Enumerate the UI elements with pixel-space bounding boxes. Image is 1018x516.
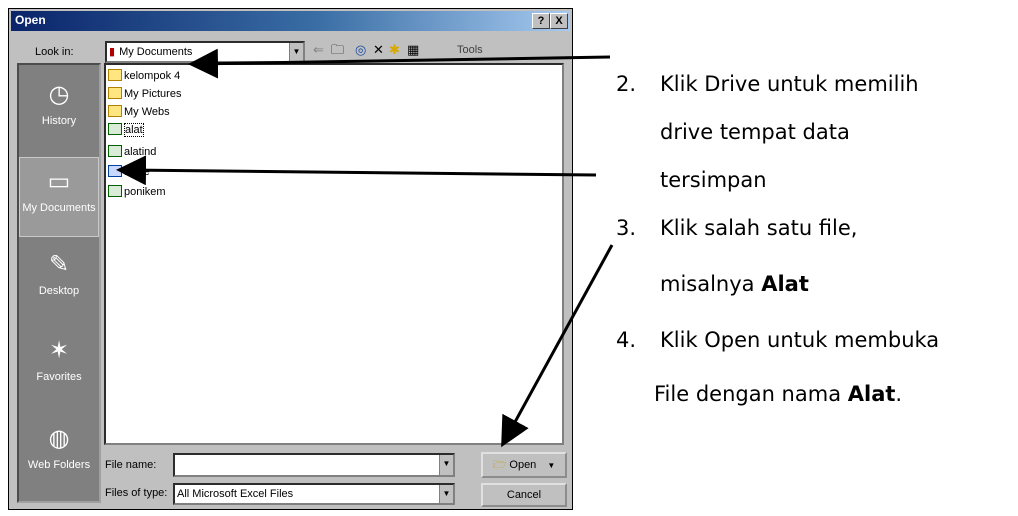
step4-line1: Klik Open untuk membuka	[660, 328, 940, 352]
step3-number: 3.	[616, 216, 637, 240]
arrow-to-look-in	[188, 48, 611, 79]
step2-line3: tersimpan	[660, 168, 767, 192]
step2-line2: drive tempat data	[660, 120, 850, 144]
arrow-to-file-alat	[116, 155, 597, 186]
step2-number: 2.	[616, 72, 637, 96]
step4-number: 4.	[616, 328, 637, 352]
step2-line1: Klik Drive untuk memilih	[660, 72, 919, 96]
step3-line1: Klik salah satu file,	[660, 216, 858, 240]
arrow-to-open-button	[501, 244, 614, 448]
step4-line2: File dengan nama Alat.	[654, 382, 903, 406]
step3-line2: misalnya Alat	[660, 272, 809, 296]
